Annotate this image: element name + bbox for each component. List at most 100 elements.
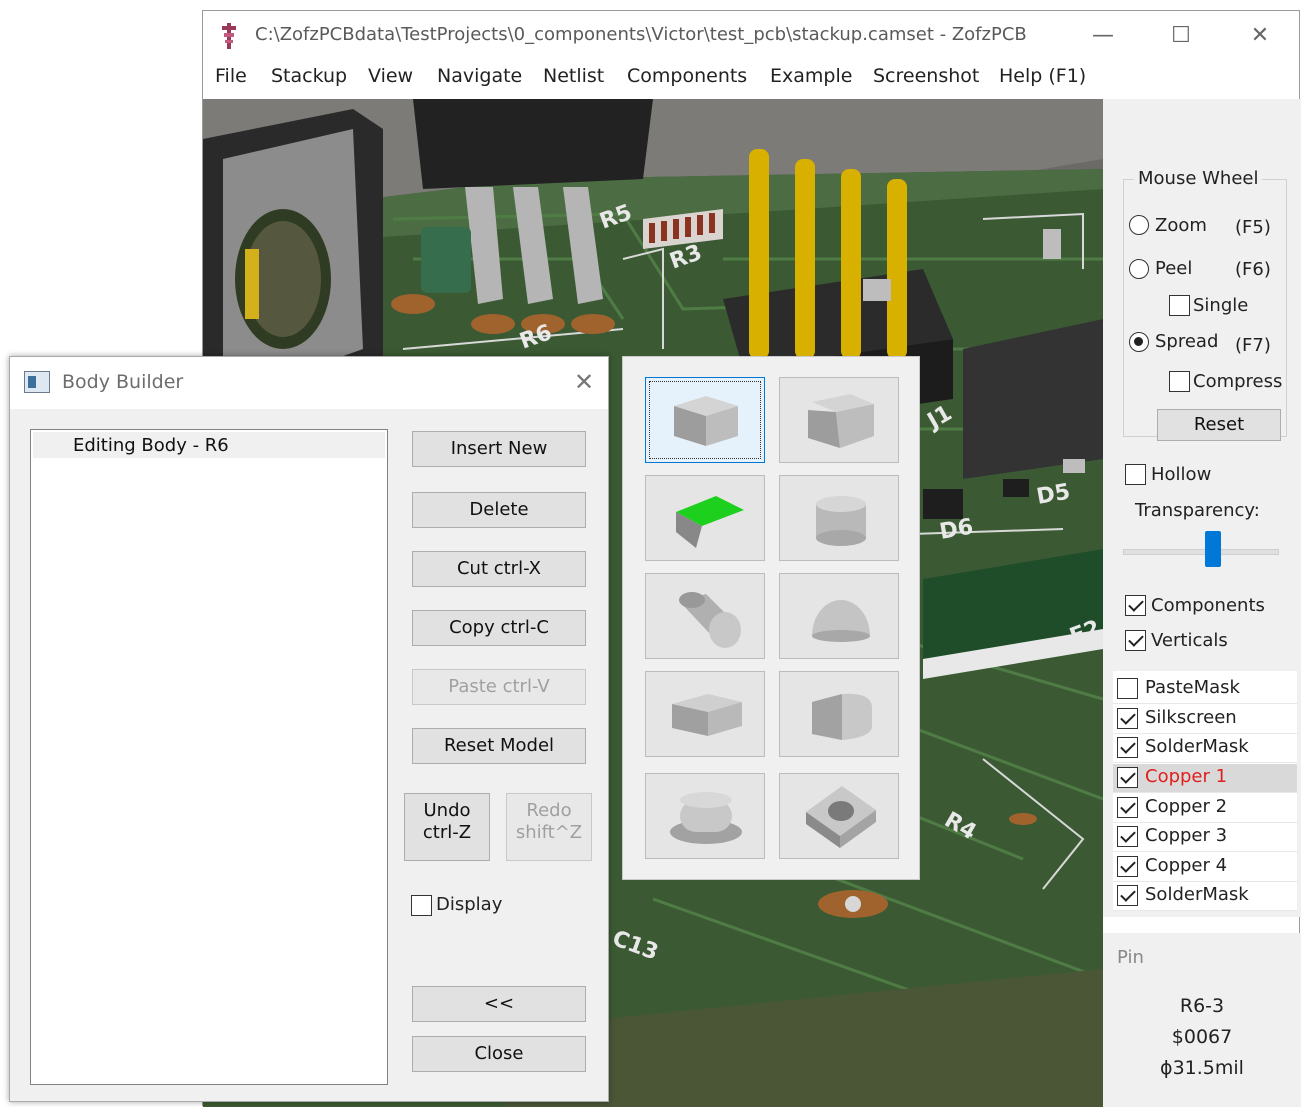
layer-checkbox[interactable] [1117, 767, 1138, 788]
dome-shape-button[interactable] [779, 573, 899, 659]
reset-model-button[interactable]: Reset Model [412, 728, 586, 764]
box-with-hole-icon [806, 786, 876, 848]
oval-pad-shape-button[interactable] [645, 773, 765, 859]
layer-row-pastemask[interactable]: PasteMask [1113, 675, 1297, 704]
copy-button[interactable]: Copy ctrl-C [412, 610, 586, 646]
reset-view-button[interactable]: Reset [1157, 409, 1281, 441]
layer-checkbox[interactable] [1117, 826, 1138, 847]
layer-name: PasteMask [1145, 677, 1240, 698]
pin-ref: R6-3 [1179, 995, 1225, 1017]
compress-checkbox[interactable] [1169, 371, 1190, 392]
peel-radio[interactable] [1129, 259, 1149, 279]
horizontal-cylinder-shape-button[interactable] [645, 573, 765, 659]
hollow-checkbox[interactable] [1125, 464, 1146, 485]
body-list[interactable]: Editing Body - R6 [30, 429, 388, 1085]
menu-screenshot[interactable]: Screenshot [873, 65, 979, 87]
components-label: Components [1151, 595, 1265, 616]
verticals-label: Verticals [1151, 630, 1228, 651]
layer-checkbox[interactable] [1117, 708, 1138, 729]
layer-row-copper-2[interactable]: Copper 2 [1113, 794, 1297, 823]
layer-name: Copper 2 [1145, 796, 1228, 817]
layer-row-copper-3[interactable]: Copper 3 [1113, 823, 1297, 852]
body-builder-titlebar[interactable]: Body Builder ✕ [10, 357, 608, 409]
display-label: Display [436, 894, 503, 915]
maximize-button[interactable]: ☐ [1161, 19, 1201, 53]
layer-checkbox[interactable] [1117, 737, 1138, 758]
vertical-cylinder-icon [816, 496, 866, 546]
zoom-shortcut: (F5) [1235, 217, 1271, 238]
spread-label: Spread [1155, 331, 1219, 352]
layer-row-copper-4[interactable]: Copper 4 [1113, 853, 1297, 882]
chamfered-box-shape-button[interactable] [779, 377, 899, 463]
menu-file[interactable]: File [215, 65, 247, 87]
layer-checkbox[interactable] [1117, 856, 1138, 877]
menu-components[interactable]: Components [627, 65, 747, 87]
layer-checkbox[interactable] [1117, 797, 1138, 818]
single-checkbox[interactable] [1169, 295, 1190, 316]
display-checkbox[interactable] [411, 895, 432, 916]
layer-row-copper-1[interactable]: Copper 1 [1113, 764, 1297, 793]
verticals-checkbox[interactable] [1125, 630, 1146, 651]
spread-radio[interactable] [1129, 332, 1149, 352]
layer-name: Copper 3 [1145, 825, 1228, 846]
close-icon[interactable]: ✕ [566, 365, 602, 399]
single-label: Single [1193, 295, 1249, 316]
layer-name: Copper 4 [1145, 855, 1228, 876]
pin-net: $0067 [1171, 1026, 1233, 1048]
redo-button[interactable]: Redo shift^Z [506, 793, 592, 861]
transparency-slider-track[interactable] [1123, 549, 1279, 555]
zofzpcb-app-icon [222, 23, 236, 49]
list-item-label: Editing Body - R6 [73, 435, 229, 456]
pin-diameter: ϕ31.5mil [1160, 1057, 1244, 1079]
title-bar[interactable]: C:\ZofzPCBdata\TestProjects\0_components… [203, 11, 1299, 61]
box-with-hole-shape-button[interactable] [779, 773, 899, 859]
menu-stackup[interactable]: Stackup [271, 65, 347, 87]
insert-new-button[interactable]: Insert New [412, 431, 586, 467]
close-dialog-button[interactable]: Close [412, 1036, 586, 1072]
bent-plate-shape-button[interactable] [645, 475, 765, 561]
layer-checkbox[interactable] [1117, 885, 1138, 906]
box-shape-button[interactable] [645, 377, 765, 463]
list-item[interactable]: Editing Body - R6 [33, 432, 385, 458]
menu-example[interactable]: Example [770, 65, 852, 87]
body-builder-title: Body Builder [62, 371, 184, 393]
peel-shortcut: (F6) [1235, 259, 1271, 280]
compress-label: Compress [1193, 371, 1283, 392]
half-cylinder-shape-button[interactable] [779, 671, 899, 757]
components-checkbox[interactable] [1125, 595, 1146, 616]
dialog-window-icon [24, 371, 50, 393]
cut-button[interactable]: Cut ctrl-X [412, 551, 586, 587]
collapse-button[interactable]: << [412, 986, 586, 1022]
transparency-label: Transparency: [1135, 500, 1260, 521]
layer-checkbox[interactable] [1117, 678, 1138, 699]
menu-help[interactable]: Help (F1) [999, 65, 1086, 87]
chamfered-box-icon [808, 394, 874, 448]
undo-button[interactable]: Undo ctrl-Z [404, 793, 490, 861]
minimize-button[interactable]: — [1083, 19, 1123, 53]
menu-netlist[interactable]: Netlist [543, 65, 604, 87]
paste-button[interactable]: Paste ctrl-V [412, 669, 586, 705]
layer-name: Copper 1 [1145, 766, 1228, 787]
menu-navigate[interactable]: Navigate [437, 65, 522, 87]
vertical-cylinder-shape-button[interactable] [779, 475, 899, 561]
rounded-box-shape-button[interactable] [645, 671, 765, 757]
redo-shortcut: shift^Z [515, 822, 583, 843]
shape-palette [622, 356, 920, 880]
layer-row-soldermask-bottom[interactable]: SolderMask [1113, 882, 1297, 911]
layer-row-soldermask-top[interactable]: SolderMask [1113, 734, 1297, 763]
close-button[interactable]: ✕ [1240, 19, 1280, 53]
layer-name: Silkscreen [1145, 707, 1237, 728]
zoom-label: Zoom [1155, 215, 1207, 236]
menu-view[interactable]: View [368, 65, 413, 87]
body-builder-dialog: Body Builder ✕ Editing Body - R6 Insert … [9, 356, 609, 1102]
redo-label: Redo [526, 800, 572, 821]
spread-shortcut: (F7) [1235, 335, 1271, 356]
transparency-slider-thumb[interactable] [1205, 531, 1221, 567]
zoom-radio[interactable] [1129, 215, 1149, 235]
pin-info-panel: Pin R6-3 $0067 ϕ31.5mil [1103, 933, 1301, 1107]
layer-row-silkscreen[interactable]: Silkscreen [1113, 705, 1297, 734]
delete-button[interactable]: Delete [412, 492, 586, 528]
bent-plate-icon [676, 496, 744, 548]
hollow-label: Hollow [1151, 464, 1212, 485]
undo-shortcut: ctrl-Z [422, 822, 472, 843]
